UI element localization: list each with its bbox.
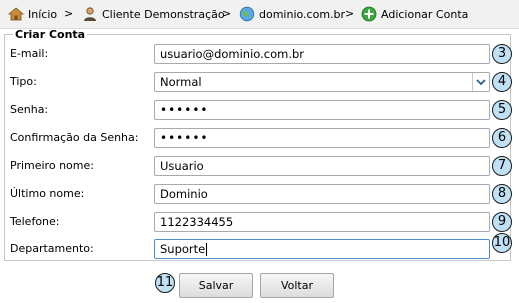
breadcrumb-domain[interactable]: dominio.com.br — [239, 0, 345, 28]
password-confirm-label: Confirmação da Senha: — [10, 131, 139, 144]
save-button[interactable]: Salvar — [179, 273, 253, 298]
breadcrumb-separator: > — [64, 7, 74, 20]
add-icon — [361, 6, 377, 22]
email-label: E-mail: — [10, 47, 49, 60]
marker-10: 10 — [492, 233, 512, 253]
breadcrumb: Início > Cliente Demonstração > dominio.… — [0, 0, 519, 29]
email-field[interactable]: usuario@dominio.com.br — [154, 44, 490, 64]
type-select[interactable]: Normal — [154, 72, 490, 92]
globe-icon — [239, 6, 255, 22]
marker-9: 9 — [492, 212, 512, 232]
chevron-down-icon[interactable] — [472, 73, 489, 91]
marker-11: 11 — [155, 273, 175, 293]
department-label: Departamento: — [10, 242, 94, 255]
phone-field[interactable]: 1122334455 — [154, 212, 490, 232]
text-cursor — [206, 243, 208, 256]
first-name-field[interactable]: Usuario — [154, 156, 490, 176]
breadcrumb-separator: > — [222, 7, 232, 20]
user-icon — [84, 7, 96, 21]
last-name-label: Último nome: — [10, 187, 85, 200]
form-legend: Criar Conta — [15, 28, 86, 41]
marker-4: 4 — [492, 72, 512, 92]
first-name-label: Primeiro nome: — [10, 159, 94, 172]
marker-8: 8 — [492, 184, 512, 204]
phone-label: Telefone: — [10, 215, 60, 228]
department-field[interactable]: Suporte — [154, 239, 490, 259]
marker-6: 6 — [492, 128, 512, 148]
password-field[interactable]: •••••• — [154, 100, 490, 120]
last-name-field[interactable]: Dominio — [154, 184, 490, 204]
password-label: Senha: — [10, 103, 49, 116]
breadcrumb-add-account[interactable]: Adicionar Conta — [361, 0, 468, 28]
marker-7: 7 — [492, 156, 512, 176]
breadcrumb-separator: > — [345, 7, 355, 20]
type-label: Tipo: — [10, 75, 37, 88]
back-button[interactable]: Voltar — [260, 273, 334, 298]
breadcrumb-client[interactable]: Cliente Demonstração — [82, 0, 225, 28]
marker-5: 5 — [492, 100, 512, 120]
breadcrumb-home[interactable]: Início — [8, 0, 57, 28]
marker-3: 3 — [492, 44, 512, 64]
password-confirm-field[interactable]: •••••• — [154, 128, 490, 148]
home-icon — [8, 7, 24, 21]
